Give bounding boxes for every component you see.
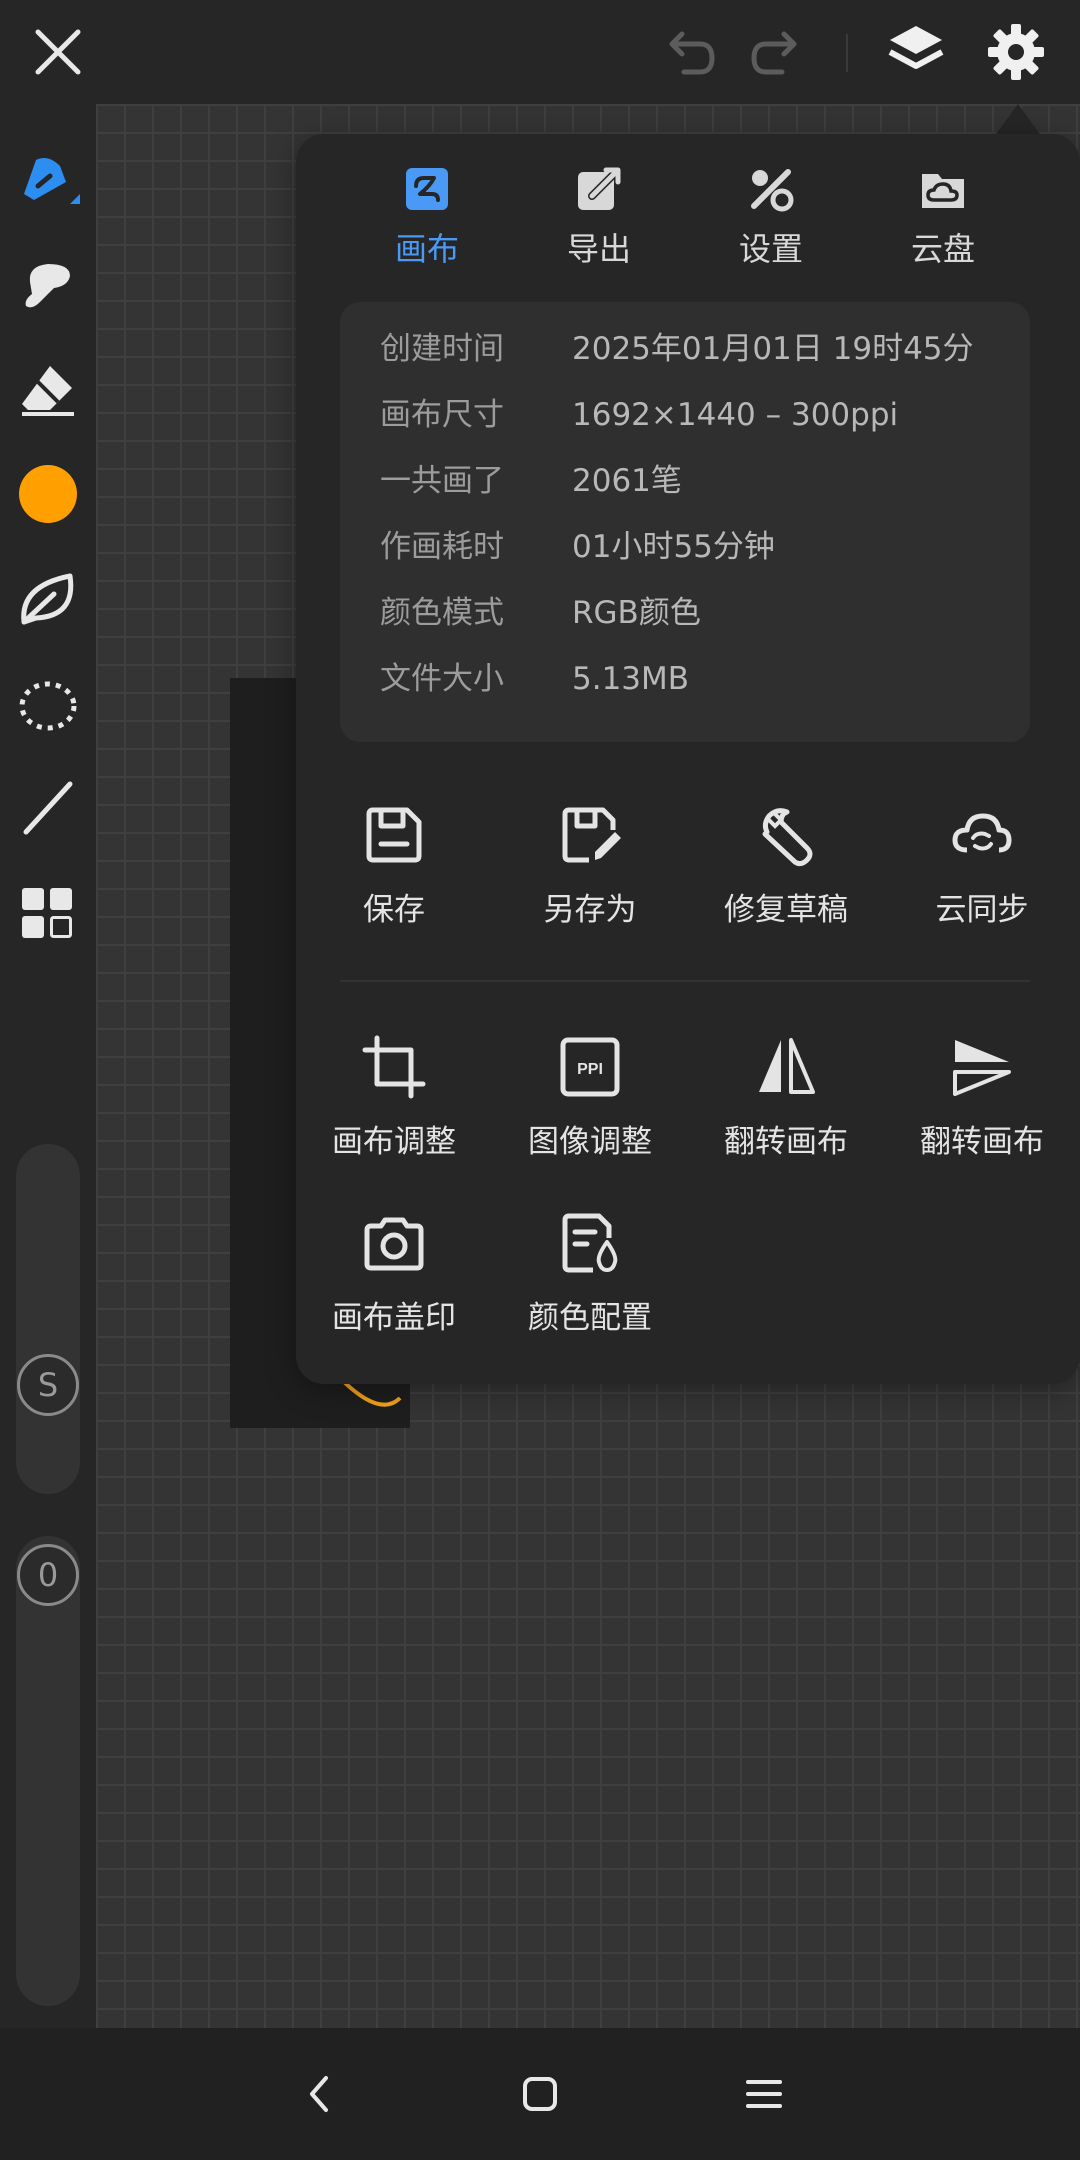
lasso-icon[interactable] [14,672,82,740]
tab-export[interactable]: 导出 [524,164,674,274]
layers-icon[interactable] [882,18,950,86]
close-icon[interactable] [24,18,92,86]
flip-vertical-icon [947,1032,1017,1102]
menu-icon[interactable] [734,2064,794,2124]
save-as-button[interactable]: 另存为 [492,800,688,950]
back-icon[interactable] [290,2064,350,2124]
tools-settings-icon [746,164,796,214]
brush-size-slider[interactable] [16,1144,80,1494]
home-icon[interactable] [510,2064,570,2124]
brush-size-knob[interactable]: S [17,1354,79,1416]
info-label: 画布尺寸 [380,397,504,433]
flip-horizontal-icon [751,1032,821,1102]
repair-draft-button[interactable]: 修复草稿 [688,800,884,950]
color-swatch[interactable] [14,460,82,528]
cloud-sync-label: 云同步 [935,892,1029,928]
ppi-icon: PPI [555,1032,625,1102]
top-bar [0,0,1080,104]
tab-cloud-drive[interactable]: 云盘 [868,164,1018,274]
save-as-label: 另存为 [543,892,637,928]
camera-icon [359,1208,429,1278]
info-label: 颜色模式 [380,595,504,631]
redo-icon[interactable] [744,18,812,86]
canvas-info-card: 创建时间 2025年01月01日 19时45分 画布尺寸 1692×1440 –… [340,302,1030,742]
save-button[interactable]: 保存 [296,800,492,950]
left-toolbar: S 0 [0,104,96,2028]
info-label: 创建时间 [380,331,504,367]
leaf-icon[interactable] [14,566,82,634]
info-label: 作画耗时 [380,529,504,565]
info-value: 2061笔 [572,463,682,499]
repair-draft-label: 修复草稿 [724,892,848,928]
tab-settings[interactable]: 设置 [696,164,846,274]
cloud-drive-icon [918,164,968,214]
opacity-knob[interactable]: 0 [17,1544,79,1606]
canvas-adjust-button[interactable]: 画布调整 [296,1032,492,1182]
opacity-slider[interactable] [16,1536,80,2006]
save-icon [359,800,429,870]
flip-vertical-label: 翻转画布 [920,1124,1044,1160]
svg-text:PPI: PPI [577,1061,603,1078]
image-adjust-button[interactable]: PPI 图像调整 [492,1032,688,1182]
grid-icon[interactable] [14,880,82,948]
image-adjust-label: 图像调整 [528,1124,652,1160]
line-icon[interactable] [14,774,82,842]
wrench-icon [751,800,821,870]
color-profile-icon [555,1208,625,1278]
tab-canvas[interactable]: 画布 [352,164,502,274]
settings-panel: 画布 导出 设置 云盘 创建时间 2025年01月01日 19时45分 画布尺寸… [296,134,1080,1384]
panel-divider [340,980,1030,982]
cloud-sync-button[interactable]: 云同步 [884,800,1080,950]
info-value: 1692×1440 – 300ppi [572,397,899,433]
flip-horizontal-button[interactable]: 翻转画布 [688,1032,884,1182]
flip-vertical-button[interactable]: 翻转画布 [884,1032,1080,1182]
settings-icon[interactable] [982,18,1050,86]
smudge-icon[interactable] [14,252,82,320]
eraser-icon[interactable] [14,356,82,424]
canvas-adjust-label: 画布调整 [332,1124,456,1160]
info-value: 5.13MB [572,661,690,697]
canvas-icon [402,164,452,214]
tab-cloud-drive-label: 云盘 [910,230,975,268]
undo-icon[interactable] [654,18,722,86]
tab-settings-label: 设置 [738,230,803,268]
pen-icon[interactable] [14,146,82,214]
tab-canvas-label: 画布 [394,230,459,268]
crop-icon [359,1032,429,1102]
info-value: 01小时55分钟 [572,529,775,565]
canvas-stamp-button[interactable]: 画布盖印 [296,1208,492,1358]
info-label: 文件大小 [380,661,504,697]
save-as-icon [555,800,625,870]
info-value: RGB颜色 [572,595,701,631]
save-label: 保存 [363,892,425,928]
panel-pointer [996,104,1040,134]
color-profile-button[interactable]: 颜色配置 [492,1208,688,1358]
color-profile-label: 颜色配置 [528,1300,652,1336]
canvas-stamp-label: 画布盖印 [332,1300,456,1336]
info-label: 一共画了 [380,463,504,499]
cloud-sync-icon [947,800,1017,870]
flip-horizontal-label: 翻转画布 [724,1124,848,1160]
tab-export-label: 导出 [566,230,631,268]
toolbar-divider [846,34,848,72]
system-nav-bar [0,2028,1080,2160]
info-value: 2025年01月01日 19时45分 [572,331,974,367]
export-icon [574,164,624,214]
